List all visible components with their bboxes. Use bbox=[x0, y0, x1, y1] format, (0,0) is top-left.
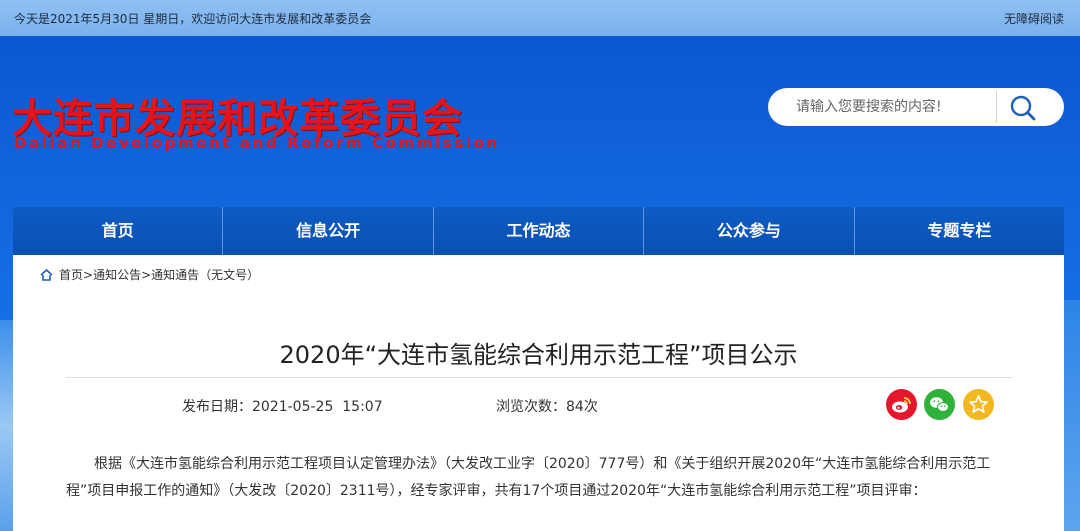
share-weibo-button[interactable] bbox=[886, 389, 917, 420]
weibo-icon bbox=[892, 397, 911, 413]
publish-date-value: 2021-05-25 15:07 bbox=[252, 399, 383, 415]
breadcrumb-separator: > bbox=[141, 268, 152, 282]
publish-date-label: 发布日期： bbox=[182, 399, 252, 415]
favorite-button[interactable] bbox=[963, 389, 994, 420]
nav-item-info-disclosure[interactable]: 信息公开 bbox=[223, 207, 434, 255]
article-title: 2020年“大连市氢能综合利用示范工程”项目公示 bbox=[279, 341, 798, 369]
nav-item-public-participation[interactable]: 公众参与 bbox=[644, 207, 855, 255]
search-box bbox=[768, 88, 1064, 126]
title-divider bbox=[66, 377, 1012, 378]
favorite-icon bbox=[969, 395, 988, 413]
nav-item-special-topics[interactable]: 专题专栏 bbox=[855, 207, 1064, 255]
article-body: 根据《大连市氢能综合利用示范工程项目认定管理办法》（大发改工业字〔2020〕77… bbox=[66, 456, 991, 499]
breadcrumb-separator: > bbox=[83, 268, 94, 282]
search-icon bbox=[1010, 95, 1036, 121]
breadcrumb-notices[interactable]: 通知公告 bbox=[93, 268, 141, 282]
decorative-building-right bbox=[1064, 300, 1080, 531]
home-icon bbox=[40, 268, 53, 284]
welcome-text: 今天是2021年5月30日 星期日，欢迎访问大连市发展和改革委员会 bbox=[14, 12, 372, 26]
top-bar: 今天是2021年5月30日 星期日，欢迎访问大连市发展和改革委员会 无障碍阅读 bbox=[0, 0, 1080, 36]
nav-item-work-news[interactable]: 工作动态 bbox=[434, 207, 645, 255]
search-button[interactable] bbox=[1008, 93, 1038, 123]
view-count-value: 84次 bbox=[566, 399, 598, 415]
decorative-building-left bbox=[0, 320, 14, 531]
wechat-icon bbox=[930, 397, 949, 412]
breadcrumb: 首页>通知公告>通知通告（无文号） bbox=[40, 266, 259, 284]
view-count: 浏览次数：84次 bbox=[496, 396, 598, 416]
view-count-label: 浏览次数： bbox=[496, 399, 566, 415]
breadcrumb-notices-no-doc[interactable]: 通知通告（无文号） bbox=[151, 268, 259, 282]
main-nav: 首页 信息公开 工作动态 公众参与 专题专栏 bbox=[13, 207, 1064, 255]
share-wechat-button[interactable] bbox=[924, 389, 955, 420]
nav-item-home[interactable]: 首页 bbox=[13, 207, 224, 255]
breadcrumb-home[interactable]: 首页 bbox=[59, 268, 83, 282]
accessibility-link[interactable]: 无障碍阅读 bbox=[1004, 10, 1064, 27]
search-input[interactable] bbox=[768, 88, 994, 126]
site-logo-english[interactable]: Dalian Development and Reform Commission bbox=[14, 134, 500, 152]
search-divider bbox=[996, 91, 997, 123]
publish-date: 发布日期：2021-05-25 15:07 bbox=[182, 396, 383, 416]
article-panel: 首页>通知公告>通知通告（无文号） 2020年“大连市氢能综合利用示范工程”项目… bbox=[13, 255, 1064, 531]
